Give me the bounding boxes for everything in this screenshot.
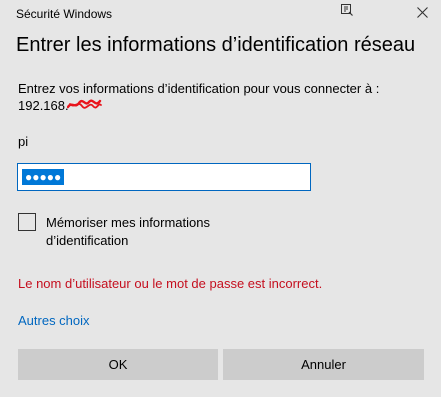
close-button[interactable] <box>404 0 441 28</box>
instructions-text: Entrez vos informations d’identification… <box>18 81 380 96</box>
error-message: Le nom d’utilisateur ou le mot de passe … <box>18 276 323 291</box>
dialog-heading: Entrer les informations d’identification… <box>16 34 416 56</box>
redaction-scribble <box>67 99 102 109</box>
title-bar: Sécurité Windows <box>0 0 441 28</box>
server-address: 192.168. <box>18 98 69 113</box>
close-icon <box>417 5 428 23</box>
password-input[interactable]: ●●●●● <box>17 163 311 191</box>
remember-checkbox[interactable] <box>18 213 36 231</box>
window-title: Sécurité Windows <box>16 7 113 21</box>
ok-button[interactable]: OK <box>18 349 218 380</box>
more-choices-link[interactable]: Autres choix <box>18 313 90 328</box>
username-label: pi <box>18 134 29 149</box>
cancel-button[interactable]: Annuler <box>223 349 424 380</box>
password-selected-text: ●●●●● <box>22 169 65 185</box>
ink-workspace-icon <box>340 3 354 17</box>
remember-label[interactable]: Mémoriser mes informations d’identificat… <box>46 214 246 250</box>
